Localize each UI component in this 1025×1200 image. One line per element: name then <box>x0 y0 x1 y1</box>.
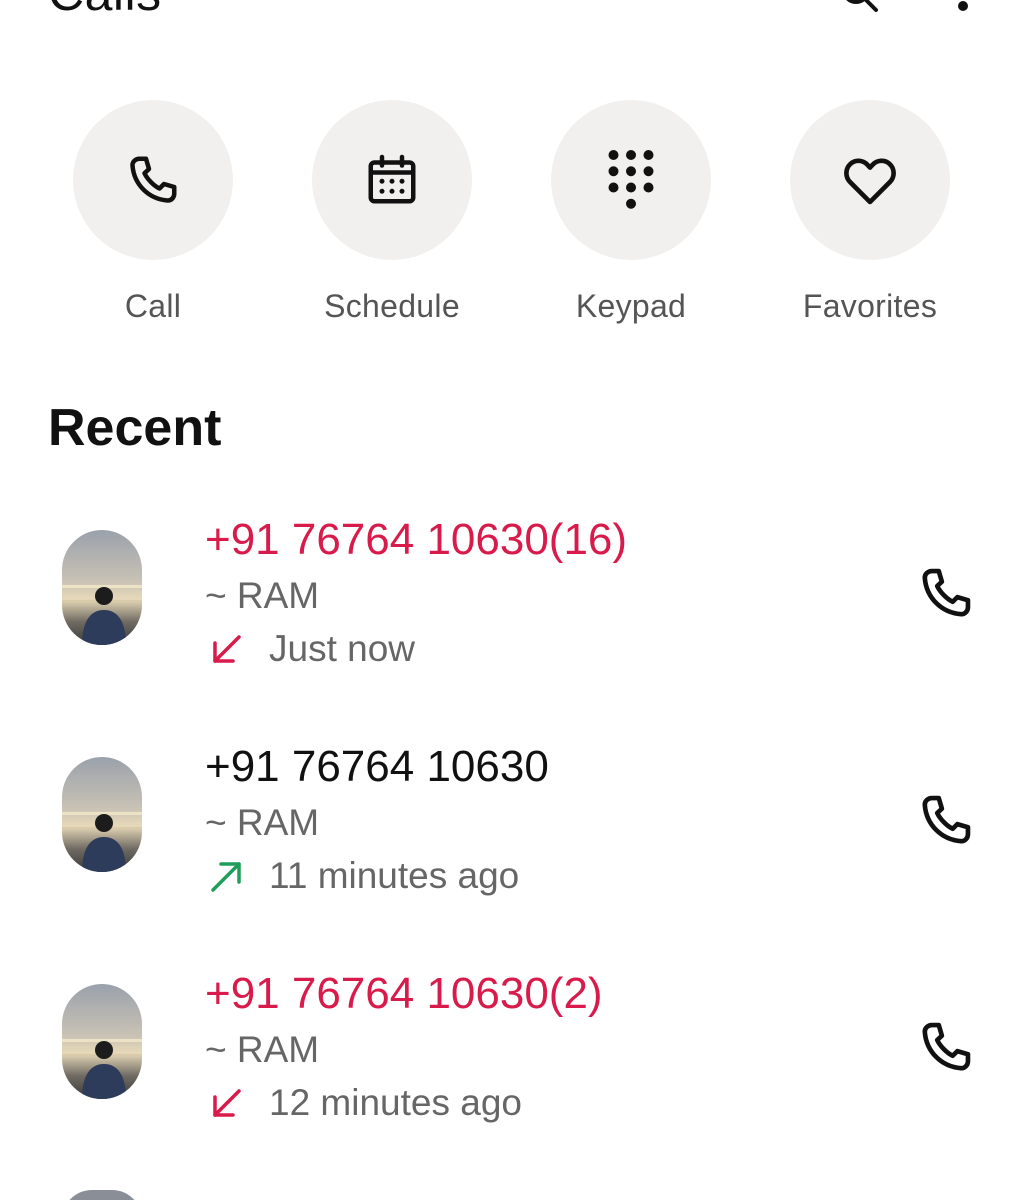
call-back-button[interactable] <box>910 1011 982 1083</box>
call-meta: 11 minutes ago <box>205 854 519 898</box>
call-log-row[interactable]: +91 76764 10630(2) ~ RAM 12 minutes ago <box>0 959 1025 1186</box>
call-back-button[interactable] <box>910 784 982 856</box>
caller-name: ~ RAM <box>205 575 320 616</box>
caller-name: ~ RAM <box>205 1029 320 1070</box>
call-back-button[interactable] <box>910 557 982 629</box>
call-action-label: Call <box>124 288 182 324</box>
call-count: (16) <box>548 515 628 564</box>
schedule-action-circle[interactable] <box>312 100 472 260</box>
favorites-action-circle[interactable] <box>790 100 950 260</box>
caller-number-text: +91 76764 10630 <box>205 969 549 1018</box>
caller-number-text: +91 76764 10630 <box>205 742 549 791</box>
dialpad-icon <box>608 150 654 209</box>
avatar[interactable] <box>62 530 142 645</box>
keypad-action-button[interactable]: Keypad <box>531 100 731 340</box>
call-time: 12 minutes ago <box>269 1082 523 1123</box>
caller-number-text: +91 76764 10630 <box>205 515 549 564</box>
phone-icon <box>922 1022 971 1071</box>
calls-screen: Calls Call <box>0 0 1025 1200</box>
call-meta: Just now <box>205 627 415 671</box>
phone-icon <box>922 568 971 617</box>
top-app-bar: Calls <box>0 0 1025 30</box>
missed-call-arrow-icon <box>213 1089 241 1117</box>
keypad-action-circle[interactable] <box>551 100 711 260</box>
phone-icon <box>922 795 971 844</box>
favorites-action-button[interactable]: Favorites <box>770 100 970 340</box>
recent-calls-list: +91 76764 10630(16) ~ RAM Just now +91 7… <box>0 505 1025 1186</box>
caller-name: ~ RAM <box>205 802 320 843</box>
call-count: (2) <box>548 969 603 1018</box>
call-action-circle[interactable] <box>73 100 233 260</box>
caller-number: +91 76764 10630(16) <box>205 515 627 565</box>
schedule-action-label: Schedule <box>324 288 460 324</box>
avatar[interactable] <box>62 1190 142 1200</box>
schedule-action-button[interactable]: Schedule <box>292 100 492 340</box>
phone-icon <box>130 156 177 203</box>
call-action-button[interactable]: Call <box>53 100 253 340</box>
caller-number: +91 76764 10630(2) <box>205 969 603 1019</box>
heart-icon <box>844 158 896 205</box>
call-time: 11 minutes ago <box>269 855 520 896</box>
page-title: Calls <box>48 0 162 22</box>
caller-number: +91 76764 10630 <box>205 742 549 792</box>
avatar[interactable] <box>62 757 142 872</box>
call-log-row[interactable]: +91 76764 10630 ~ RAM 11 minutes ago <box>0 732 1025 959</box>
recent-section-title: Recent <box>48 399 222 457</box>
call-log-row[interactable]: +91 76764 10630(16) ~ RAM Just now <box>0 505 1025 732</box>
outgoing-call-arrow-icon <box>211 862 241 892</box>
favorites-action-label: Favorites <box>802 288 938 324</box>
missed-call-arrow-icon <box>213 635 241 663</box>
call-meta: 12 minutes ago <box>205 1081 522 1125</box>
avatar[interactable] <box>62 984 142 1099</box>
search-icon[interactable] <box>840 0 880 20</box>
calendar-icon <box>368 154 416 204</box>
keypad-action-label: Keypad <box>575 288 687 324</box>
more-vert-icon[interactable] <box>948 0 978 20</box>
call-time: Just now <box>269 628 416 669</box>
quick-actions: Call Schedule Keypad Favorites <box>0 100 1025 340</box>
